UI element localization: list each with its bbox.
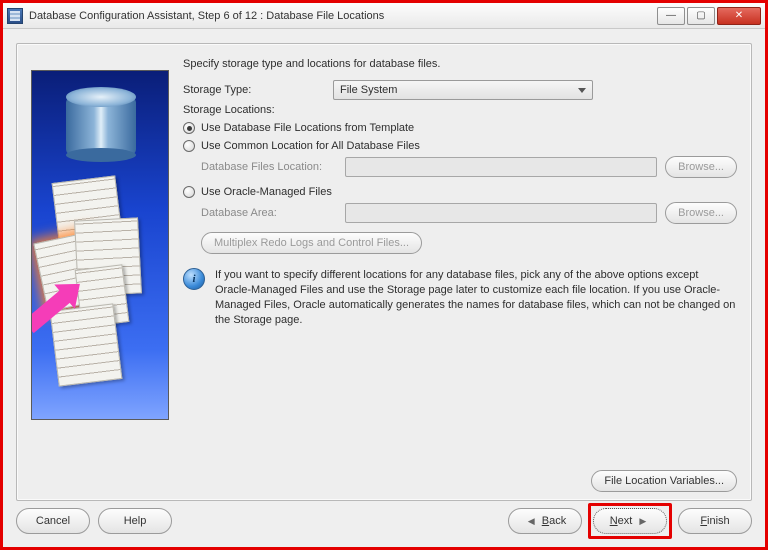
- close-button[interactable]: ✕: [717, 7, 761, 25]
- finish-button[interactable]: Finish: [678, 508, 752, 534]
- database-cylinder-icon: [66, 97, 136, 155]
- radio-dot-icon: [183, 140, 195, 152]
- info-text: If you want to specify different locatio…: [215, 268, 737, 327]
- next-button-highlight: Next ▶: [588, 503, 672, 539]
- maximize-button[interactable]: ▢: [687, 7, 715, 25]
- back-text: ack: [549, 515, 566, 527]
- cancel-button[interactable]: Cancel: [16, 508, 90, 534]
- browse-button-omf: Browse...: [665, 202, 737, 224]
- back-button[interactable]: ◀ Back: [508, 508, 582, 534]
- paper-icon: [50, 303, 123, 386]
- bottom-button-bar: Cancel Help ◀ Back Next ▶ Finish: [16, 503, 752, 539]
- app-icon: [7, 8, 23, 24]
- next-text: ext: [618, 515, 633, 527]
- radio-omf[interactable]: Use Oracle-Managed Files: [183, 186, 737, 198]
- window-frame: Database Configuration Assistant, Step 6…: [0, 0, 768, 550]
- storage-locations-label: Storage Locations:: [183, 104, 333, 116]
- finish-text: inish: [707, 515, 730, 527]
- wizard-illustration: [31, 70, 169, 420]
- browse-button-common: Browse...: [665, 156, 737, 178]
- db-files-location-input: [345, 157, 657, 177]
- info-box: i If you want to specify different locat…: [183, 268, 737, 327]
- multiplex-button: Multiplex Redo Logs and Control Files...: [201, 232, 422, 254]
- radio-dot-icon: [183, 122, 195, 134]
- help-button[interactable]: Help: [98, 508, 172, 534]
- radio-from-template[interactable]: Use Database File Locations from Templat…: [183, 122, 737, 134]
- db-files-location-label: Database Files Location:: [201, 161, 337, 173]
- info-icon: i: [183, 268, 205, 290]
- minimize-button[interactable]: —: [657, 7, 685, 25]
- radio-dot-icon: [183, 186, 195, 198]
- file-location-variables-button[interactable]: File Location Variables...: [591, 470, 737, 492]
- storage-type-value: File System: [340, 84, 397, 96]
- form-area: Specify storage type and locations for d…: [183, 54, 737, 460]
- radio-omf-label: Use Oracle-Managed Files: [201, 186, 332, 198]
- radio-from-template-label: Use Database File Locations from Templat…: [201, 122, 414, 134]
- radio-common-location-label: Use Common Location for All Database Fil…: [201, 140, 420, 152]
- titlebar: Database Configuration Assistant, Step 6…: [3, 3, 765, 29]
- next-button[interactable]: Next ▶: [593, 508, 667, 534]
- storage-type-select[interactable]: File System: [333, 80, 593, 100]
- window-title: Database Configuration Assistant, Step 6…: [29, 10, 384, 22]
- instruction-text: Specify storage type and locations for d…: [183, 58, 737, 70]
- storage-type-label: Storage Type:: [183, 84, 333, 96]
- content-panel: Specify storage type and locations for d…: [16, 43, 752, 501]
- radio-common-location[interactable]: Use Common Location for All Database Fil…: [183, 140, 737, 152]
- database-area-label: Database Area:: [201, 207, 337, 219]
- database-area-input: [345, 203, 657, 223]
